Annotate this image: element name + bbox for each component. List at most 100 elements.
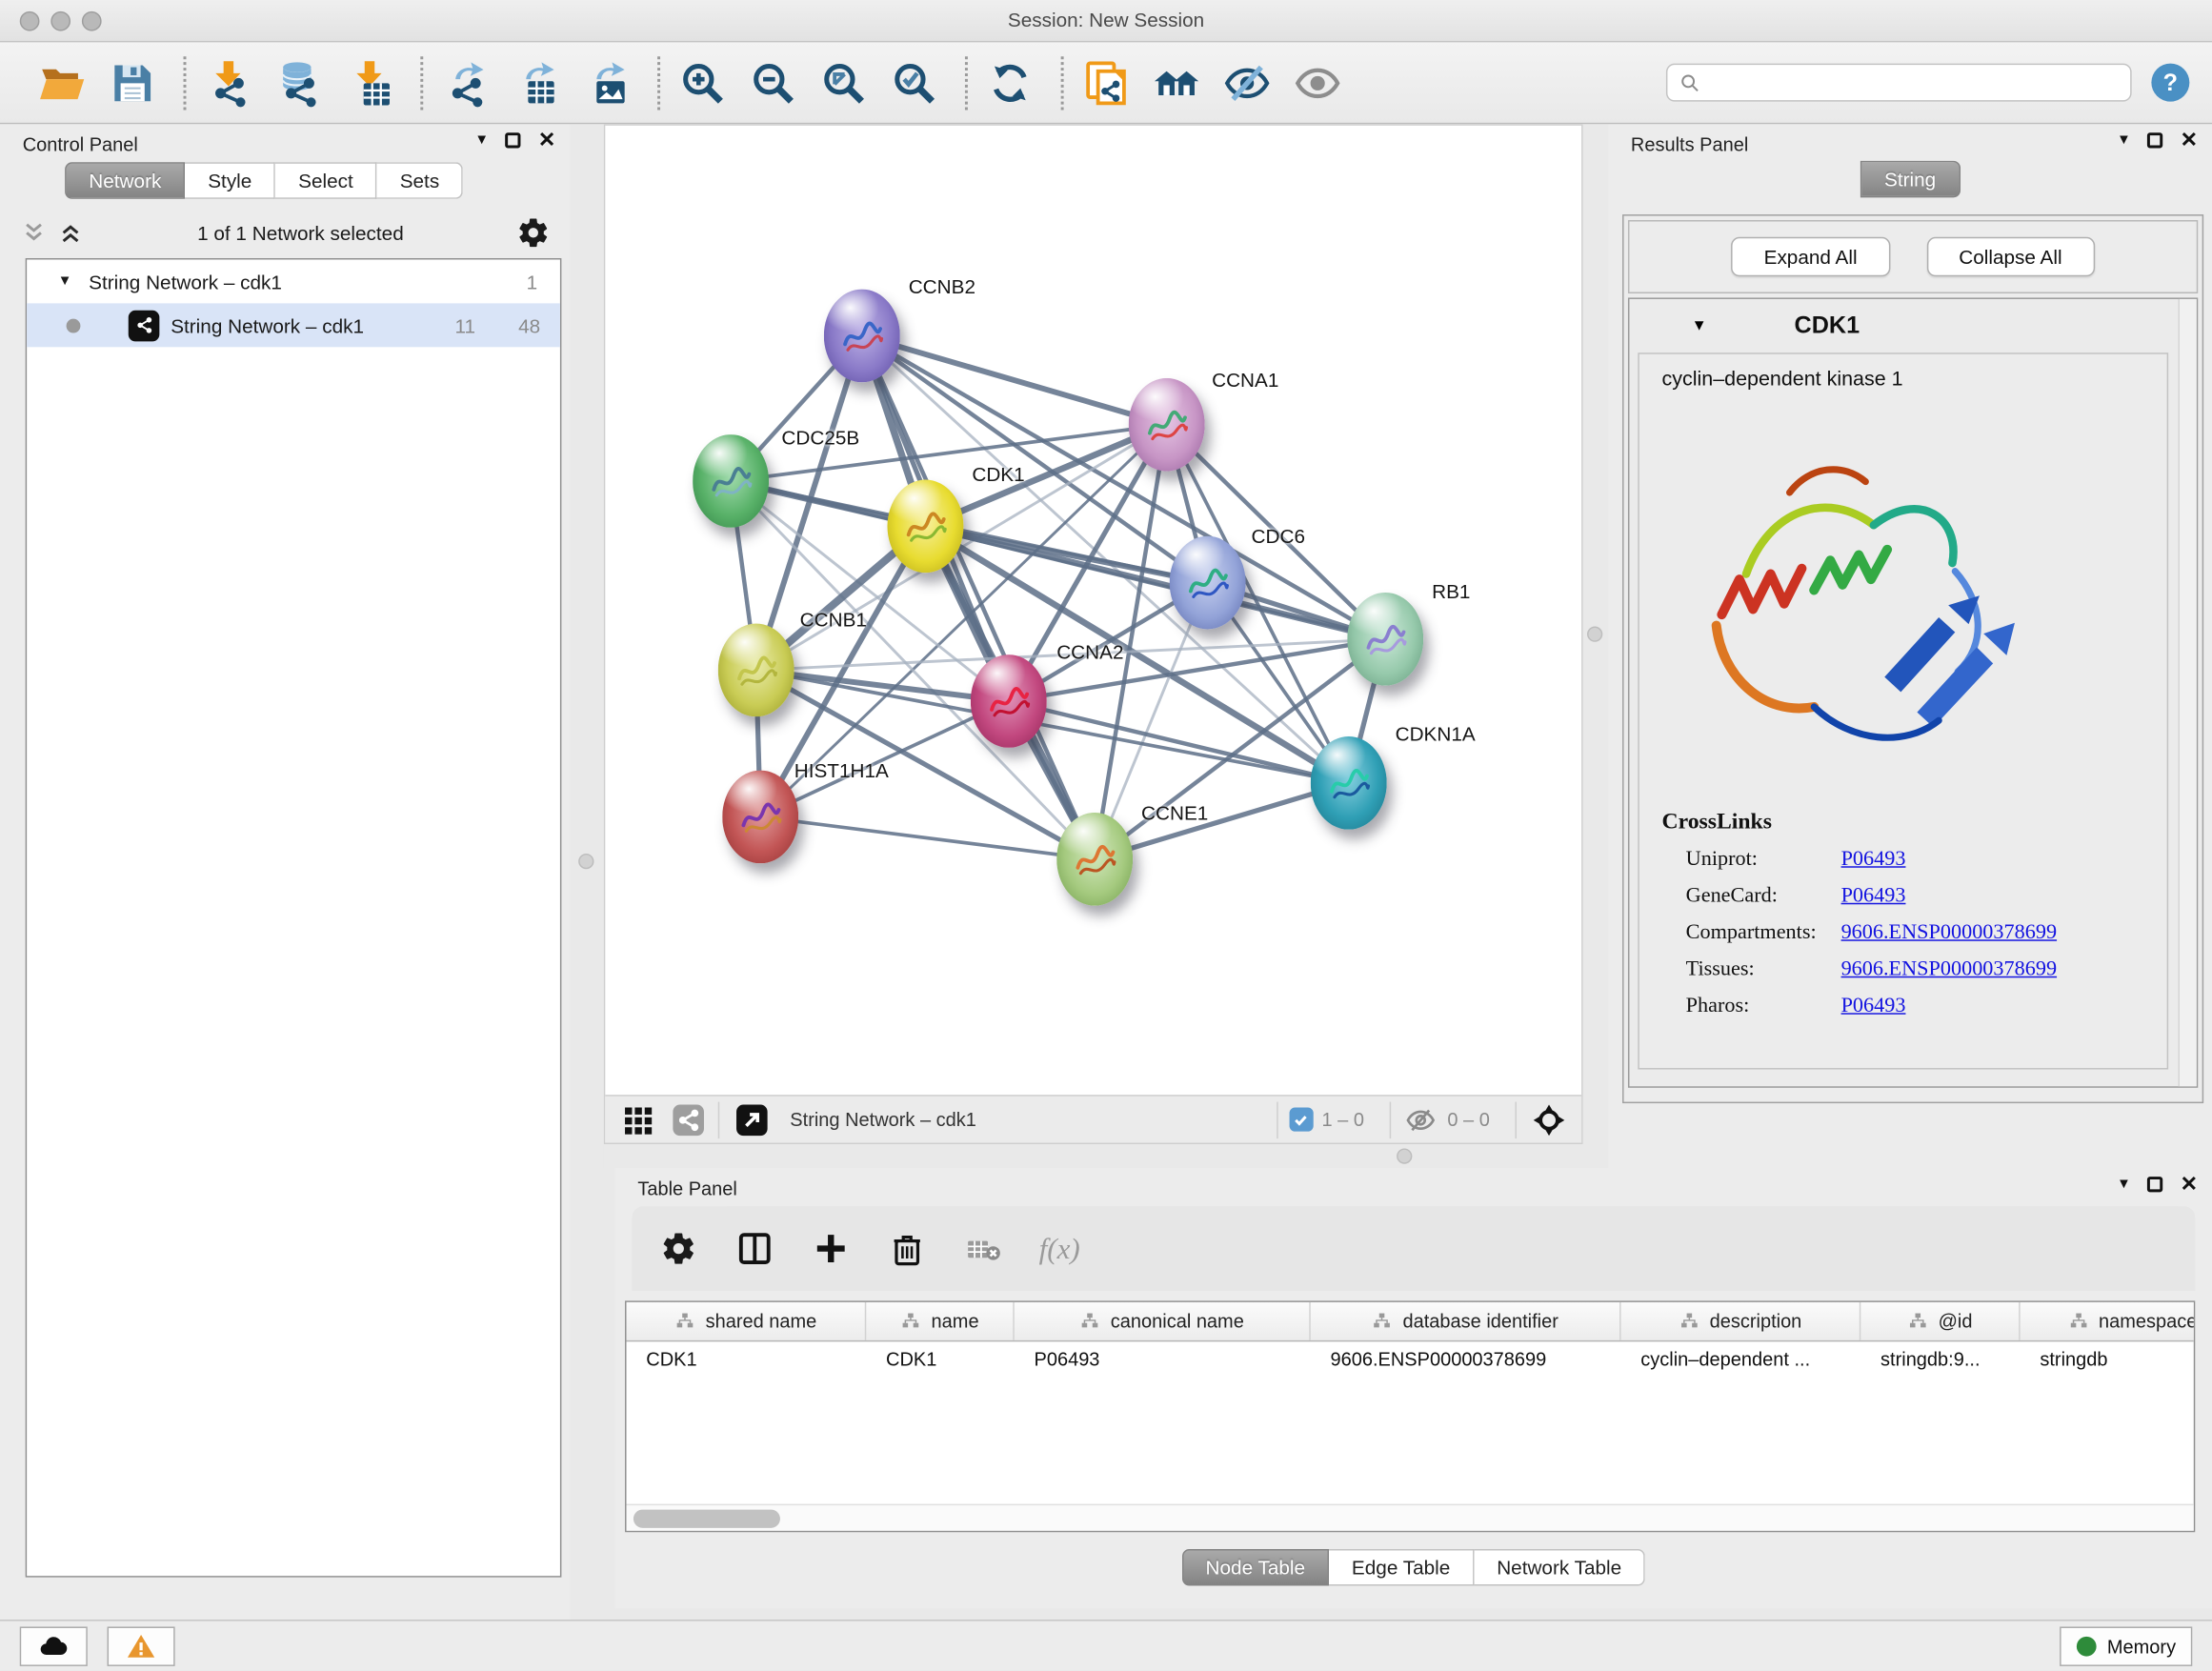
column-header-shared-name[interactable]: shared name [627,1302,867,1340]
tab-network-table[interactable]: Network Table [1474,1549,1645,1586]
tab-edge-table[interactable]: Edge Table [1329,1549,1474,1586]
panel-menu-icon[interactable]: ▼ [2117,132,2131,148]
import-database-icon[interactable] [273,57,324,108]
first-neighbors-icon[interactable] [1151,57,1201,108]
memory-button[interactable]: Memory [2060,1626,2192,1665]
hscrollbar-thumb[interactable] [633,1510,780,1528]
birds-eye-view-icon[interactable] [619,1101,656,1138]
table-row[interactable]: CDK1CDK1P064939606.ENSP00000378699cyclin… [627,1341,2194,1380]
tab-sets[interactable]: Sets [377,162,463,199]
splitter-grip[interactable] [578,854,593,869]
tab-string[interactable]: String [1860,161,1961,198]
expand-all-button[interactable]: Expand All [1732,237,1890,276]
fit-selected-icon[interactable] [1531,1101,1568,1138]
panel-float-icon[interactable] [2148,1177,2163,1192]
panel-menu-icon[interactable]: ▼ [2117,1177,2131,1192]
node-CDKN1A[interactable] [1311,736,1387,830]
collection-expander-icon[interactable]: ▼ [58,273,72,289]
columns-icon[interactable] [734,1227,775,1269]
network-type-icon [129,310,160,341]
node-CCNB2[interactable] [824,290,900,383]
clone-network-icon[interactable] [1080,57,1131,108]
crosslink-link[interactable]: P06493 [1841,995,1906,1018]
delete-table-icon [962,1227,1004,1269]
column-header-description[interactable]: description [1621,1302,1861,1340]
tab-select[interactable]: Select [275,162,377,199]
splitter-grip[interactable] [1587,627,1602,642]
plus-icon[interactable] [810,1227,852,1269]
gene-name: CDK1 [1795,312,1860,340]
column-header-database-identifier[interactable]: database identifier [1311,1302,1621,1340]
network-row[interactable]: String Network – cdk1 11 48 [27,303,560,347]
tab-network[interactable]: Network [65,162,185,199]
column-header--id[interactable]: @id [1860,1302,2020,1340]
table-hscrollbar[interactable] [627,1504,2194,1531]
tab-style[interactable]: Style [186,162,276,199]
edge-CDKN1A-CCNE1[interactable] [1095,783,1349,859]
panel-close-icon[interactable]: ✕ [2181,1177,2199,1192]
column-header-canonical-name[interactable]: canonical name [1015,1302,1311,1340]
node-HIST1H1A[interactable] [722,771,798,864]
node-RB1[interactable] [1347,593,1423,686]
tab-node-table[interactable]: Node Table [1181,1549,1329,1586]
collapse-all-button[interactable]: Collapse All [1926,237,2094,276]
panel-close-icon[interactable]: ✕ [538,132,556,148]
node-CDC6[interactable] [1170,536,1246,630]
save-icon[interactable] [108,57,158,108]
section-expander-icon[interactable]: ▼ [1692,317,1707,334]
panel-float-icon[interactable] [506,132,521,148]
selected-checkbox-icon[interactable] [1289,1108,1313,1132]
zoom-fit-icon[interactable] [818,57,869,108]
edge-HIST1H1A-CCNE1[interactable] [760,816,1095,858]
node-CCNB1[interactable] [718,624,794,717]
zoom-out-icon[interactable] [748,57,798,108]
help-button[interactable]: ? [2151,64,2189,102]
node-CCNA1[interactable] [1129,378,1205,472]
export-table-icon[interactable] [511,57,561,108]
crosslink-link[interactable]: 9606.ENSP00000378699 [1841,958,2057,982]
show-all-icon[interactable] [1293,57,1343,108]
export-image-icon[interactable] [581,57,632,108]
bottom-splitter[interactable] [604,1144,1583,1168]
collapse-all-icon[interactable] [20,219,49,248]
left-splitter[interactable] [570,124,604,1620]
expand-all-icon[interactable] [56,219,85,248]
hide-selected-icon[interactable] [1221,57,1272,108]
panel-float-icon[interactable] [2148,132,2163,148]
node-CCNA2[interactable] [971,654,1047,748]
node-CDC25B[interactable] [693,434,769,528]
search-input[interactable] [1710,72,2119,93]
search-box[interactable] [1666,64,2132,102]
results-scrollbar[interactable] [2179,299,2197,1086]
network-collection-row[interactable]: ▼ String Network – cdk1 1 [27,259,560,303]
export-network-icon[interactable] [440,57,491,108]
panel-menu-icon[interactable]: ▼ [474,132,489,148]
trash-icon[interactable] [886,1227,928,1269]
import-table-icon[interactable] [344,57,394,108]
edge-CCNB2-CCNA1[interactable] [862,335,1167,424]
zoom-in-icon[interactable] [677,57,728,108]
column-header-namespace[interactable]: namespace [2021,1302,2196,1340]
gear-icon[interactable] [516,216,551,251]
cloud-button[interactable] [20,1626,88,1665]
network-canvas[interactable]: CCNB2 CCNA1 CDC25B CDK1 CDC6 RB1 CCNB1 C… [605,126,1581,1095]
gear-icon[interactable] [657,1227,699,1269]
import-network-icon[interactable] [203,57,253,108]
hidden-eye-icon [1402,1101,1439,1138]
refresh-icon[interactable] [985,57,1036,108]
splitter-grip[interactable] [1397,1148,1412,1163]
crosslink-link[interactable]: P06493 [1841,885,1906,909]
crosslink-link[interactable]: P06493 [1841,848,1906,872]
crosslink-link[interactable]: 9606.ENSP00000378699 [1841,921,2057,945]
function-builder-icon: f(x) [1038,1227,1080,1269]
node-CCNE1[interactable] [1056,813,1133,906]
panel-close-icon[interactable]: ✕ [2181,132,2199,148]
column-header-name[interactable]: name [866,1302,1014,1340]
open-in-window-icon[interactable] [734,1101,771,1138]
right-splitter[interactable] [1583,124,1609,1168]
node-CDK1[interactable] [887,480,963,574]
zoom-selected-icon[interactable] [889,57,939,108]
edge-CCNB2-CCNE1[interactable] [862,335,1095,858]
warnings-button[interactable] [108,1626,175,1665]
folder-open-icon[interactable] [37,57,88,108]
